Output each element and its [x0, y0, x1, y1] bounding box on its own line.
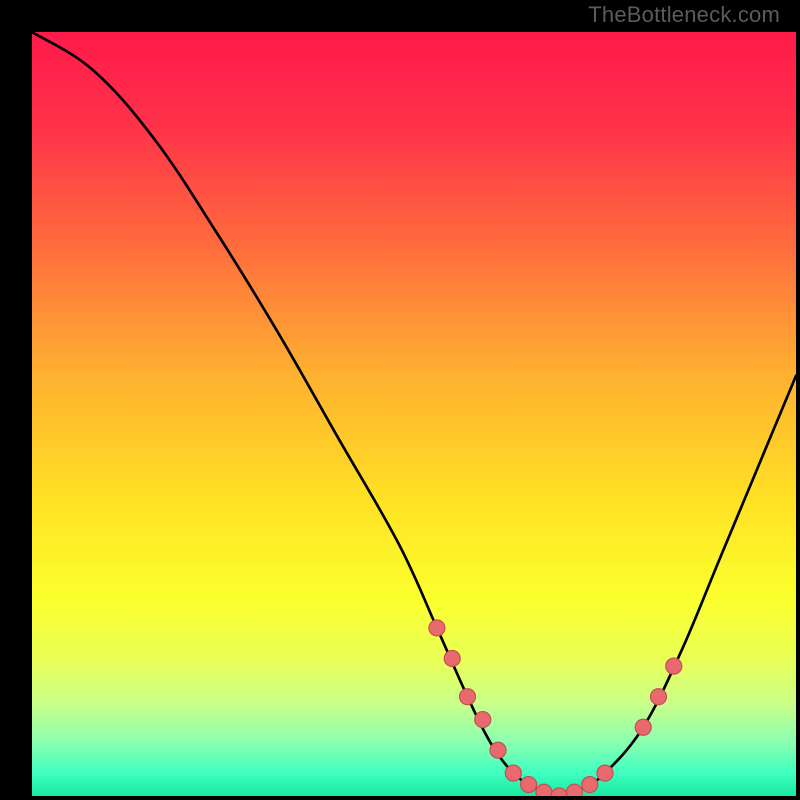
- optimal-point-marker: [444, 650, 460, 666]
- chart-frame: [14, 14, 786, 786]
- optimal-point-marker: [429, 620, 445, 636]
- optimal-point-marker: [551, 788, 567, 796]
- optimal-point-marker: [566, 784, 582, 796]
- plot-area: [32, 32, 796, 796]
- optimal-point-marker: [635, 719, 651, 735]
- optimal-point-marker: [521, 777, 537, 793]
- optimal-point-marker: [459, 689, 475, 705]
- optimal-point-marker: [536, 784, 552, 796]
- bottleneck-curve: [32, 32, 796, 796]
- optimal-point-marker: [597, 765, 613, 781]
- watermark-text: TheBottleneck.com: [588, 2, 780, 28]
- optimal-point-marker: [582, 777, 598, 793]
- optimal-point-marker: [490, 742, 506, 758]
- optimal-point-marker: [666, 658, 682, 674]
- optimal-point-marker: [650, 689, 666, 705]
- optimal-point-marker: [475, 712, 491, 728]
- optimal-point-marker: [505, 765, 521, 781]
